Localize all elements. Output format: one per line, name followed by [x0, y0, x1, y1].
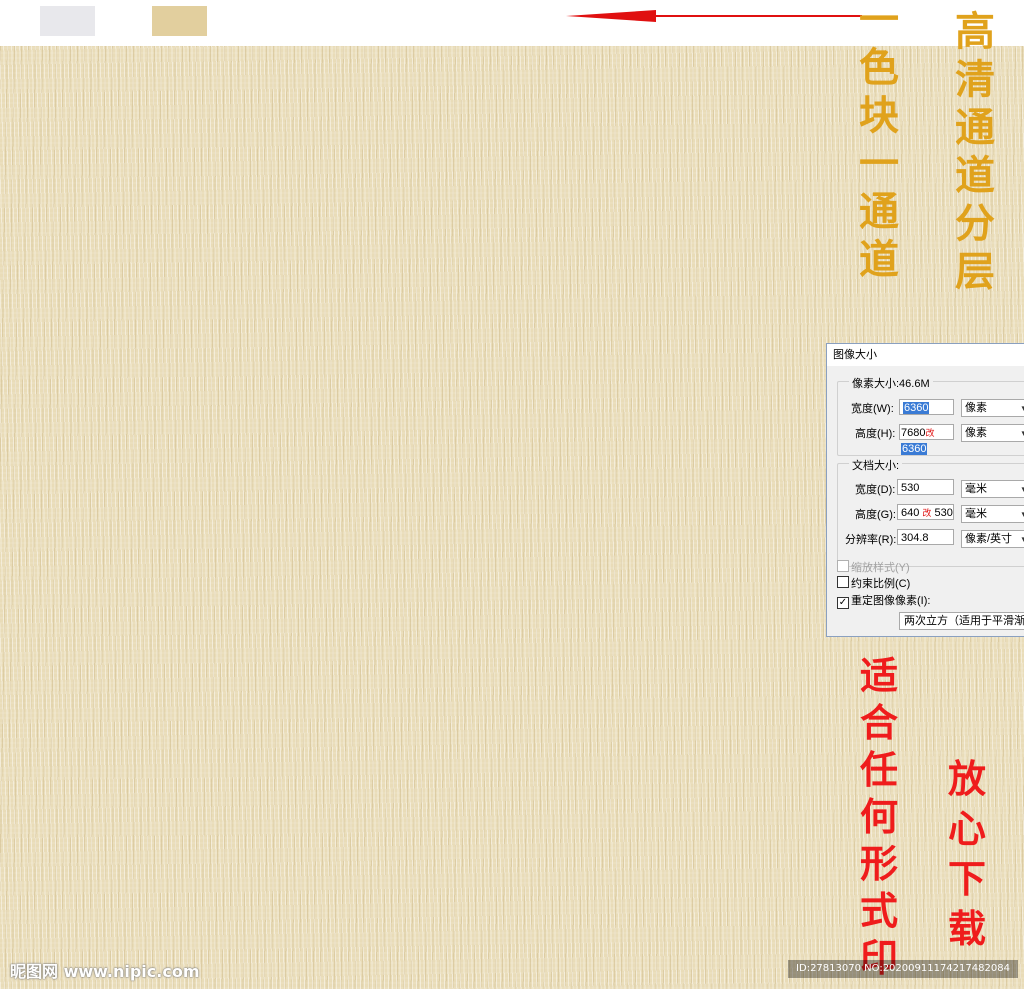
pixel-height-unit-select[interactable]: 像素 ▾ — [961, 424, 1024, 442]
caption-suitable-for-any-print: 适 合 任 何 形 式 印 — [858, 657, 900, 986]
site-watermark: 昵图网 www.nipic.com — [10, 962, 200, 981]
pixel-dimensions-group — [837, 381, 1024, 456]
char: 道 — [955, 152, 995, 199]
checkbox-label: 缩放样式(Y) — [851, 562, 910, 574]
char: 任 — [859, 747, 898, 792]
doc-height-label: 高度(G): — [855, 509, 896, 521]
caption-one-swatch-one-channel: 一 色 块 一 通 道 — [858, 0, 900, 288]
doc-height-unit-select[interactable]: 毫米 ▾ — [961, 505, 1024, 523]
char: 合 — [859, 700, 898, 745]
unit-label: 像素 — [965, 402, 987, 414]
char: 块 — [859, 92, 899, 139]
resample-method-select[interactable]: 两次立方（适用于平滑渐变 — [899, 612, 1024, 630]
checkbox-label: 约束比例(C) — [851, 578, 911, 590]
dialog-title: 图像大小 — [827, 344, 1024, 366]
char: 何 — [859, 794, 898, 839]
resolution-field[interactable]: 304.8 — [897, 529, 954, 545]
char: 色 — [859, 44, 899, 91]
doc-width-field[interactable]: 530 — [897, 479, 954, 495]
new-value: 530 — [934, 507, 953, 519]
checkmark-icon: ✓ — [837, 597, 849, 609]
arrow-left-icon — [566, 10, 862, 22]
beige-color-swatch — [152, 6, 207, 36]
char: 放 — [947, 756, 986, 801]
value: 304.8 — [901, 532, 929, 544]
edit-mark: 改 — [925, 428, 935, 438]
resample-image-checkbox[interactable]: ✓ 重定图像像素(I): — [837, 592, 930, 609]
pixel-width-value: 6360 — [903, 402, 930, 414]
checkbox-label: 重定图像像素(I): — [851, 595, 931, 607]
gray-color-swatch — [40, 6, 95, 36]
pixel-width-unit-select[interactable]: 像素 ▾ — [961, 399, 1024, 417]
char: 适 — [859, 653, 898, 698]
scale-styles-checkbox[interactable]: 缩放样式(Y) — [837, 559, 910, 575]
document-size-label: 文档大小: — [849, 457, 903, 473]
image-id-watermark: ID:27813070 NO:20200911174217482084 — [788, 960, 1018, 978]
resolution-label: 分辨率(R): — [845, 534, 897, 546]
char: 下 — [947, 856, 986, 901]
char: 分 — [955, 200, 995, 247]
doc-width-label: 宽度(D): — [855, 484, 896, 496]
caption-hd-channel-layers: 高 清 通 道 分 层 — [954, 12, 996, 300]
char: 心 — [947, 806, 986, 851]
checkbox-box — [837, 560, 849, 572]
checkbox-box — [837, 576, 849, 588]
char: 通 — [955, 104, 995, 151]
new-value: 6360 — [901, 443, 928, 455]
doc-height-field[interactable]: 640 改 530 — [897, 504, 954, 520]
unit-label: 像素 — [965, 427, 987, 439]
pixel-width-field[interactable]: 6360 — [899, 399, 954, 415]
char: 载 — [947, 906, 986, 951]
constrain-proportions-checkbox[interactable]: 约束比例(C) — [837, 575, 910, 591]
unit-label: 毫米 — [965, 508, 987, 520]
arrow-head — [566, 10, 656, 22]
resolution-unit-select[interactable]: 像素/英寸 ▾ — [961, 530, 1024, 548]
old-value: 7680 — [901, 427, 926, 439]
doc-width-unit-select[interactable]: 毫米 ▾ — [961, 480, 1024, 498]
char: 清 — [955, 56, 995, 103]
unit-label: 像素/英寸 — [965, 533, 1013, 545]
pixel-width-label: 宽度(W): — [851, 403, 894, 415]
char: 层 — [955, 248, 995, 295]
char: 通 — [859, 188, 899, 235]
edit-mark: 改 — [922, 508, 932, 518]
old-value: 640 — [901, 507, 920, 519]
unit-label: 毫米 — [965, 483, 987, 495]
pixel-height-field[interactable]: 7680改 6360 — [899, 424, 954, 455]
char: 高 — [955, 8, 995, 55]
char: 一 — [859, 0, 899, 43]
char: 形 — [859, 841, 898, 886]
pixel-height-label: 高度(H): — [855, 428, 896, 440]
pixel-dimensions-label: 像素大小:46.6M — [849, 375, 933, 391]
char: 一 — [859, 140, 899, 187]
char: 式 — [859, 888, 898, 933]
caption-download-with-confidence: 放 心 下 载 — [946, 760, 988, 960]
image-size-dialog: 图像大小 像素大小:46.6M 宽度(W): 6360 像素 ▾ 高度(H): 7… — [826, 343, 1024, 637]
value: 530 — [901, 482, 920, 494]
char: 道 — [859, 236, 899, 283]
